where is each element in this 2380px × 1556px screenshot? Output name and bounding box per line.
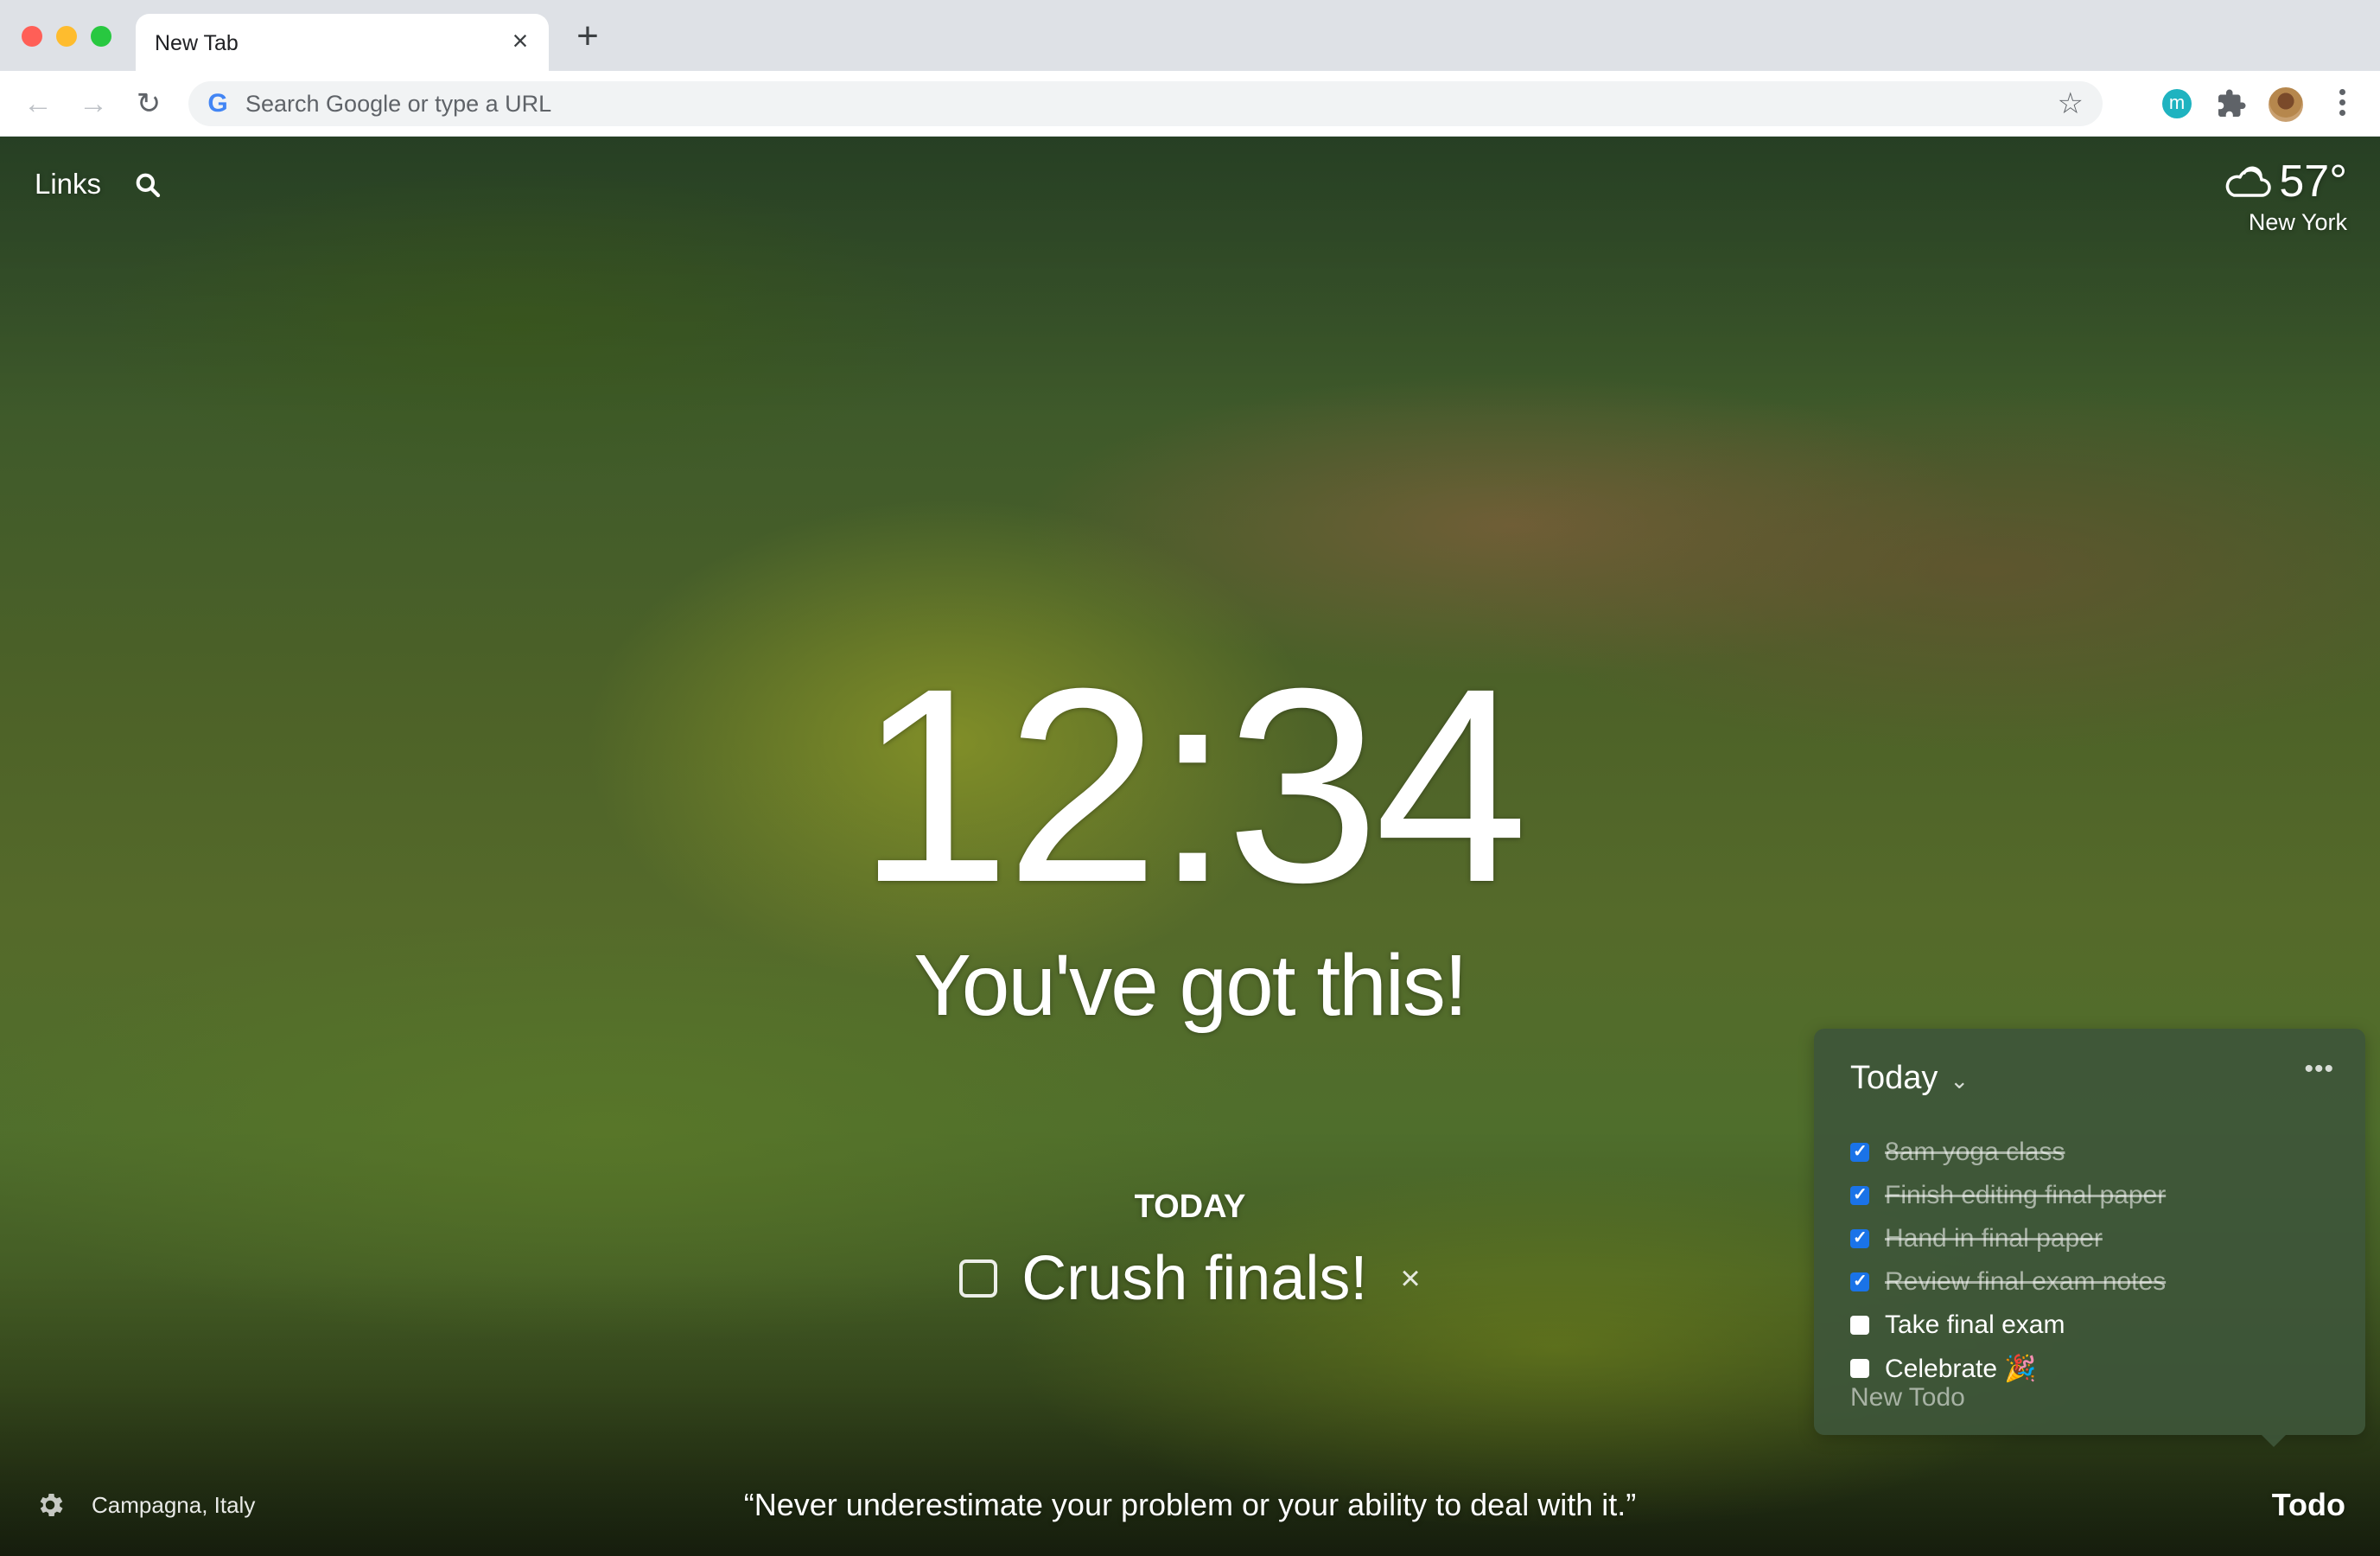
todo-text: Take final exam xyxy=(1885,1310,2065,1339)
tab-new-tab[interactable]: New Tab × xyxy=(136,14,549,73)
window-minimize-button[interactable] xyxy=(56,26,77,47)
todo-toggle-button[interactable]: Todo xyxy=(2272,1487,2345,1523)
todo-list-name: Today xyxy=(1850,1060,1938,1096)
todo-panel: Today ⌄ ••• 8am yoga class Finish editin… xyxy=(1814,1029,2365,1447)
new-tab-button[interactable]: + xyxy=(570,17,605,55)
todo-item[interactable]: 8am yoga class xyxy=(1850,1131,2166,1174)
extensions-puzzle-icon[interactable] xyxy=(2216,88,2247,119)
new-todo-input[interactable] xyxy=(1850,1383,2317,1413)
new-tab-dashboard: Links 57° New York 12:34 You've got this… xyxy=(0,137,2380,1556)
window-zoom-button[interactable] xyxy=(91,26,111,47)
google-g-icon: G xyxy=(207,89,228,118)
todo-checkbox[interactable] xyxy=(1850,1140,1869,1162)
address-bar[interactable]: G ☆ xyxy=(188,81,2103,126)
clock: 12:34 xyxy=(856,630,1529,940)
weather-city: New York xyxy=(2248,209,2347,235)
search-icon[interactable] xyxy=(134,171,162,199)
todo-item[interactable]: Take final exam xyxy=(1850,1304,2166,1347)
tab-title: New Tab xyxy=(155,31,239,55)
tab-strip: New Tab × + xyxy=(0,0,2380,73)
links-button[interactable]: Links xyxy=(35,168,101,201)
reload-icon[interactable]: ↻ xyxy=(131,86,166,121)
temperature: 57° xyxy=(2279,156,2347,207)
browser-toolbar: ← → ↻ G ☆ m xyxy=(0,71,2380,137)
todo-text: Finish editing final paper xyxy=(1885,1181,2167,1209)
mantra: You've got this! xyxy=(913,937,1467,1034)
omnibox-input[interactable] xyxy=(245,81,1974,126)
tab-close-icon[interactable]: × xyxy=(506,26,535,55)
chevron-down-icon: ⌄ xyxy=(1950,1068,1970,1094)
focus-delete-icon[interactable]: × xyxy=(1400,1259,1420,1298)
daily-quote: “Never underestimate your problem or you… xyxy=(743,1487,1637,1522)
cloudy-icon xyxy=(2226,166,2272,197)
todo-list-selector[interactable]: Today ⌄ xyxy=(1850,1060,1969,1097)
extension-m-icon[interactable]: m xyxy=(2162,89,2192,118)
todo-item[interactable]: Review final exam notes xyxy=(1850,1260,2166,1304)
todo-checkbox[interactable] xyxy=(1850,1227,1869,1248)
profile-avatar[interactable] xyxy=(2267,86,2305,124)
todo-list: 8am yoga class Finish editing final pape… xyxy=(1850,1131,2166,1390)
todo-text: Hand in final paper xyxy=(1885,1224,2103,1253)
todo-checkbox[interactable] xyxy=(1850,1316,1869,1335)
focus-checkbox[interactable] xyxy=(959,1259,998,1298)
todo-checkbox[interactable] xyxy=(1850,1183,1869,1205)
bookmark-star-icon[interactable]: ☆ xyxy=(2058,88,2084,119)
browser-menu-icon[interactable] xyxy=(2333,85,2351,123)
todo-checkbox[interactable] xyxy=(1850,1270,1869,1291)
weather-widget[interactable]: 57° New York xyxy=(2222,156,2347,236)
todo-checkbox[interactable] xyxy=(1850,1359,1869,1378)
todo-text: Review final exam notes xyxy=(1885,1267,2167,1296)
todo-item[interactable]: Hand in final paper xyxy=(1850,1217,2166,1260)
todo-text: Celebrate 🎉 xyxy=(1885,1354,2037,1383)
window-close-button[interactable] xyxy=(22,26,42,47)
forward-arrow-icon[interactable]: → xyxy=(76,86,111,121)
back-arrow-icon[interactable]: ← xyxy=(21,86,55,121)
focus-text: Crush finals! xyxy=(1021,1244,1368,1313)
todo-text: 8am yoga class xyxy=(1885,1138,2065,1166)
todo-item[interactable]: Finish editing final paper xyxy=(1850,1174,2166,1217)
more-options-icon[interactable]: ••• xyxy=(2304,1055,2334,1084)
